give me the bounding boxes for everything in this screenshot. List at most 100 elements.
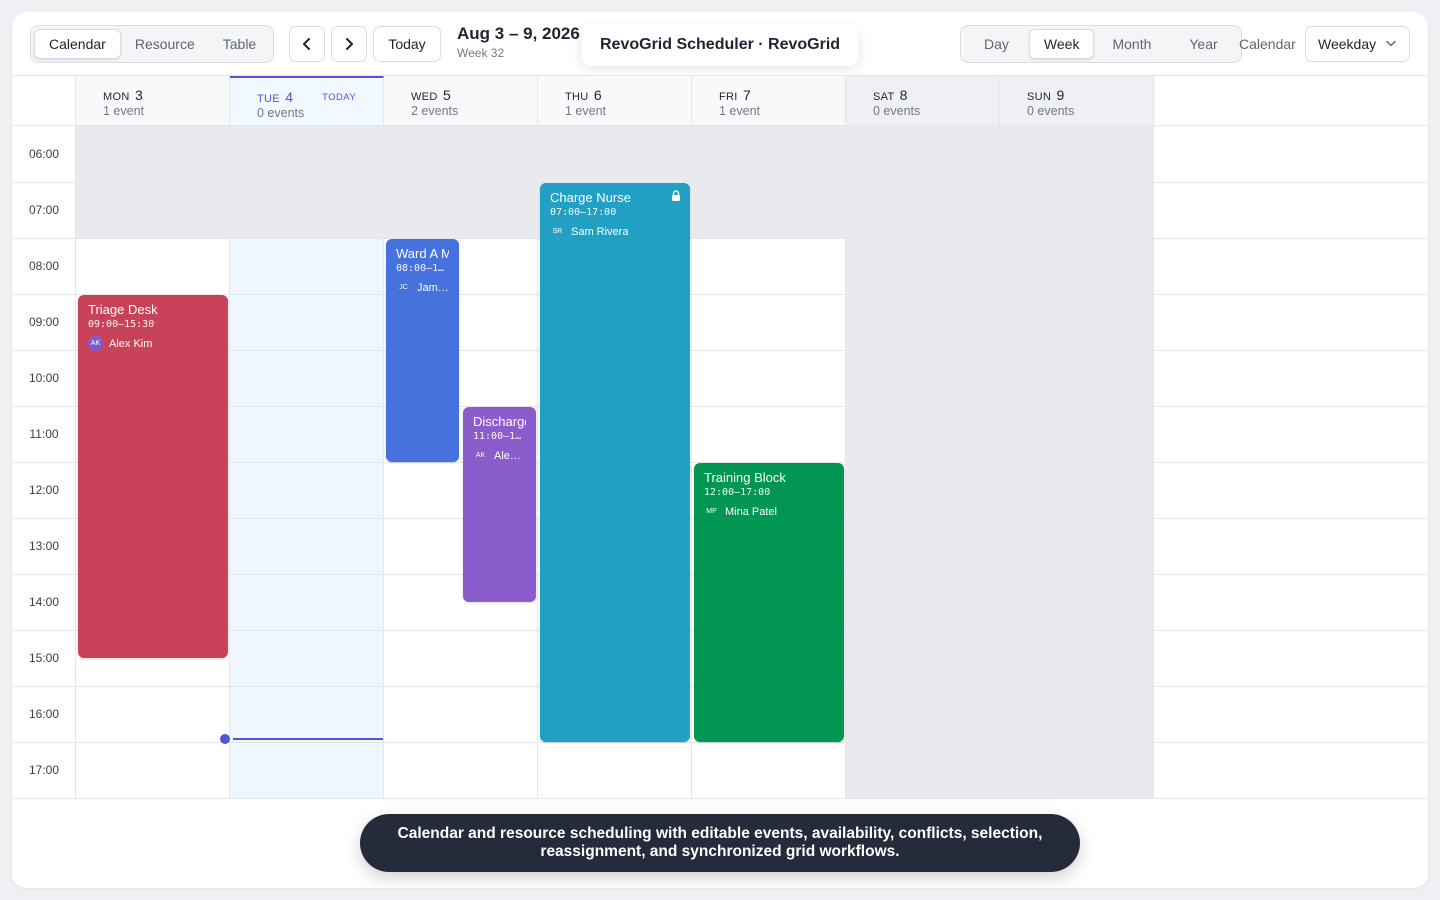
event-title: Triage Desk bbox=[88, 302, 158, 317]
app-title: RevoGrid Scheduler · RevoGrid bbox=[582, 24, 859, 66]
event-title: Ward A Morning bbox=[396, 246, 449, 261]
event-title: Discharge Review bbox=[473, 414, 526, 429]
day-number: 3 bbox=[134, 87, 144, 103]
event-time: 11:00–14:30 bbox=[473, 431, 526, 442]
day-number: 5 bbox=[442, 87, 452, 103]
tab-calendar[interactable]: Calendar bbox=[34, 29, 121, 59]
hour-label: 14:00 bbox=[28, 595, 60, 609]
chevron-down-icon bbox=[1386, 40, 1396, 47]
event-charge-nurse[interactable]: Charge Nurse 07:00–17:00 SR Sam Rivera bbox=[540, 183, 690, 742]
day-number: 7 bbox=[742, 87, 752, 103]
zoom-switcher: Day Week Month Year bbox=[960, 25, 1242, 63]
calendar-select[interactable]: Weekday bbox=[1305, 26, 1410, 62]
week-grid: MON 3 1 event TUE 4 0 events TODAY WED 5… bbox=[12, 75, 1428, 799]
hour-label: 08:00 bbox=[28, 259, 60, 273]
lock-icon bbox=[672, 190, 680, 201]
event-title: Training Block bbox=[704, 470, 786, 485]
event-assignee: Mina Patel bbox=[725, 505, 777, 518]
event-assignee: Sam Rivera bbox=[571, 225, 629, 238]
day-number: 9 bbox=[1056, 87, 1065, 103]
view-switcher: Calendar Resource Table bbox=[30, 25, 275, 63]
day-name: MON bbox=[103, 91, 130, 103]
avatar: AK bbox=[88, 336, 103, 351]
tab-table[interactable]: Table bbox=[209, 29, 270, 59]
event-title: Charge Nurse bbox=[550, 190, 631, 205]
hour-label: 13:00 bbox=[28, 539, 60, 553]
event-time: 09:00–15:30 bbox=[88, 319, 155, 330]
app-window: Calendar Resource Table Today Aug 3 – 9,… bbox=[12, 12, 1428, 888]
event-ward-a[interactable]: Ward A Morning 08:00–12:00 JC Jamie Chen bbox=[386, 239, 459, 462]
event-time: 07:00–17:00 bbox=[550, 207, 617, 218]
event-time: 08:00–12:00 bbox=[396, 263, 449, 274]
chevron-right-icon bbox=[346, 38, 353, 50]
hour-label: 06:00 bbox=[28, 147, 60, 161]
date-range-label: Aug 3 – 9, 2026 bbox=[457, 24, 580, 43]
avatar: JC bbox=[399, 284, 408, 291]
hour-label: 12:00 bbox=[28, 483, 60, 497]
date-range: Aug 3 – 9, 2026 Week 32 bbox=[457, 24, 580, 60]
chevron-left-icon bbox=[303, 38, 310, 50]
tab-day[interactable]: Day bbox=[964, 29, 1029, 59]
calendar-select-label: Calendar bbox=[1239, 36, 1296, 52]
hour-label: 09:00 bbox=[28, 315, 60, 329]
header-filler bbox=[1154, 76, 1428, 126]
hour-label: 07:00 bbox=[28, 203, 60, 217]
current-time-dot bbox=[220, 734, 230, 744]
toolbar: Calendar Resource Table Today Aug 3 – 9,… bbox=[12, 12, 1428, 76]
tab-resource[interactable]: Resource bbox=[121, 29, 209, 59]
hour-label: 15:00 bbox=[28, 651, 60, 665]
day-number: 4 bbox=[285, 89, 294, 105]
hour-line bbox=[12, 238, 1428, 239]
event-triage-desk[interactable]: Triage Desk 09:00–15:30 AK Alex Kim bbox=[78, 295, 228, 658]
today-badge: TODAY bbox=[322, 92, 356, 103]
day-name: FRI bbox=[719, 91, 738, 103]
time-axis bbox=[12, 126, 76, 798]
event-training-block[interactable]: Training Block 12:00–17:00 MP Mina Patel bbox=[694, 463, 844, 742]
week-number: Week 32 bbox=[457, 46, 505, 60]
day-name: THU bbox=[565, 91, 589, 103]
day-event-count: 0 events bbox=[257, 106, 305, 120]
tab-month[interactable]: Month bbox=[1094, 29, 1169, 59]
day-header-fri[interactable]: FRI 7 1 event bbox=[692, 76, 846, 126]
day-header-sat[interactable]: SAT 8 0 events bbox=[846, 76, 1000, 126]
avatar: AK bbox=[475, 452, 486, 459]
avatar: MP bbox=[706, 508, 717, 515]
calendar-select-value: Weekday bbox=[1318, 36, 1377, 52]
hour-line bbox=[12, 798, 1428, 799]
day-event-count: 0 events bbox=[873, 104, 921, 118]
current-time-line bbox=[233, 738, 383, 740]
prev-week-button[interactable] bbox=[289, 26, 325, 62]
day-header-tue[interactable]: TUE 4 0 events TODAY bbox=[230, 76, 384, 126]
day-header-wed[interactable]: WED 5 2 events bbox=[384, 76, 538, 126]
feature-banner: Calendar and resource scheduling with ed… bbox=[360, 814, 1080, 872]
day-event-count: 1 event bbox=[719, 104, 761, 118]
day-event-count: 2 events bbox=[411, 104, 459, 118]
day-number: 6 bbox=[593, 87, 602, 103]
day-number: 8 bbox=[899, 87, 908, 103]
day-name: SUN bbox=[1027, 91, 1052, 103]
day-name: SAT bbox=[873, 91, 895, 103]
event-discharge[interactable]: Discharge Review 11:00–14:30 AK Alex Kim bbox=[463, 407, 536, 602]
time-header-corner bbox=[12, 76, 76, 126]
event-assignee: Alex Kim bbox=[109, 337, 153, 350]
hour-line bbox=[12, 182, 1428, 183]
today-button[interactable]: Today bbox=[373, 26, 441, 62]
day-header-sun[interactable]: SUN 9 0 events bbox=[1000, 76, 1154, 126]
day-event-count: 0 events bbox=[1027, 104, 1075, 118]
event-time: 12:00–17:00 bbox=[704, 487, 771, 498]
hour-label: 16:00 bbox=[28, 707, 60, 721]
tab-year[interactable]: Year bbox=[1169, 29, 1237, 59]
day-event-count: 1 event bbox=[565, 104, 607, 118]
event-assignee: Jamie Chen bbox=[417, 281, 449, 294]
day-header-thu[interactable]: THU 6 1 event bbox=[538, 76, 692, 126]
next-week-button[interactable] bbox=[331, 26, 367, 62]
hour-label: 11:00 bbox=[29, 427, 59, 441]
avatar: SR bbox=[552, 228, 563, 235]
day-name: WED bbox=[411, 91, 438, 103]
day-header-mon[interactable]: MON 3 1 event bbox=[76, 76, 230, 126]
day-name: TUE bbox=[257, 93, 280, 105]
hour-label: 10:00 bbox=[28, 371, 60, 385]
event-assignee: Alex Kim bbox=[494, 449, 526, 462]
tab-week[interactable]: Week bbox=[1028, 29, 1095, 59]
day-event-count: 1 event bbox=[103, 104, 145, 118]
